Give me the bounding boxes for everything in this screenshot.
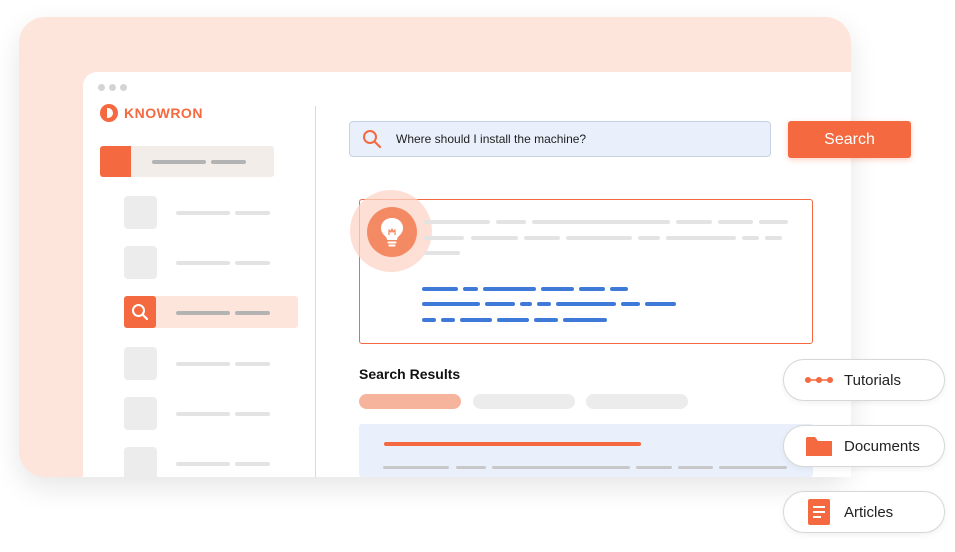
- search-icon: [124, 296, 156, 328]
- link-line: [645, 302, 676, 306]
- placeholder-line: [742, 236, 759, 240]
- link-line: [422, 287, 458, 291]
- placeholder-line: [471, 236, 518, 240]
- chip-label: Articles: [844, 503, 894, 521]
- placeholder-line: [176, 462, 230, 466]
- placeholder-line: [176, 362, 230, 366]
- link-line: [497, 318, 529, 322]
- search-icon: [362, 129, 382, 149]
- link-line: [463, 287, 478, 291]
- search-button[interactable]: Search: [788, 121, 911, 158]
- link-line: [556, 302, 616, 306]
- link-line: [441, 318, 455, 322]
- link-line: [610, 287, 628, 291]
- link-line: [520, 302, 532, 306]
- placeholder-line: [636, 466, 672, 469]
- placeholder-line: [759, 220, 788, 224]
- placeholder-line: [176, 311, 230, 315]
- sidebar-item-icon[interactable]: [124, 246, 157, 279]
- lightbulb-icon: [367, 207, 417, 257]
- placeholder-line: [152, 160, 206, 164]
- window-dot: [98, 84, 105, 91]
- placeholder-line: [235, 362, 270, 366]
- window-dot: [109, 84, 116, 91]
- placeholder-line: [235, 462, 270, 466]
- placeholder-line: [678, 466, 713, 469]
- placeholder-line: [718, 220, 753, 224]
- link-line: [563, 318, 607, 322]
- link-line: [541, 287, 574, 291]
- results-heading: Search Results: [359, 366, 461, 382]
- link-line: [579, 287, 605, 291]
- placeholder-line: [456, 466, 486, 469]
- placeholder-line: [638, 236, 660, 240]
- result-title-line: [384, 442, 641, 446]
- window-dot: [120, 84, 127, 91]
- sidebar-item-icon[interactable]: [124, 397, 157, 430]
- placeholder-line: [235, 211, 270, 215]
- chip-articles[interactable]: Articles: [783, 491, 945, 533]
- document-icon: [802, 498, 836, 526]
- link-line: [485, 302, 515, 306]
- link-line: [422, 318, 436, 322]
- placeholder-line: [176, 211, 230, 215]
- link-line: [422, 302, 480, 306]
- placeholder-line: [211, 160, 246, 164]
- placeholder-line: [235, 261, 270, 265]
- filter-pill-active[interactable]: [359, 394, 461, 409]
- link-line: [483, 287, 536, 291]
- placeholder-line: [765, 236, 782, 240]
- sidebar-item-icon[interactable]: [124, 347, 157, 380]
- window-controls: [98, 84, 127, 91]
- placeholder-line: [524, 236, 560, 240]
- folder-icon: [802, 435, 836, 457]
- filter-pill[interactable]: [473, 394, 575, 409]
- filter-pill[interactable]: [586, 394, 688, 409]
- placeholder-line: [424, 251, 460, 255]
- route-icon: [802, 375, 836, 385]
- placeholder-line: [532, 220, 670, 224]
- brand-name: KNOWRON: [124, 105, 203, 121]
- link-line: [621, 302, 640, 306]
- placeholder-line: [424, 236, 464, 240]
- chip-label: Tutorials: [844, 371, 901, 389]
- chip-label: Documents: [844, 437, 920, 455]
- active-indicator: [100, 146, 131, 177]
- placeholder-line: [666, 236, 736, 240]
- placeholder-line: [676, 220, 712, 224]
- placeholder-line: [496, 220, 526, 224]
- sidebar-item-icon[interactable]: [124, 196, 157, 229]
- link-line: [460, 318, 492, 322]
- chip-tutorials[interactable]: Tutorials: [783, 359, 945, 401]
- placeholder-line: [424, 220, 490, 224]
- placeholder-line: [235, 311, 270, 315]
- placeholder-line: [566, 236, 632, 240]
- sidebar-item-icon[interactable]: [124, 447, 157, 477]
- result-card[interactable]: [359, 424, 813, 477]
- chip-documents[interactable]: Documents: [783, 425, 945, 467]
- placeholder-line: [176, 412, 230, 416]
- placeholder-line: [492, 466, 630, 469]
- placeholder-line: [235, 412, 270, 416]
- search-input[interactable]: Where should I install the machine?: [349, 121, 771, 157]
- placeholder-line: [176, 261, 230, 265]
- logo-icon: [100, 104, 118, 122]
- placeholder-line: [719, 466, 787, 469]
- sidebar-divider: [315, 106, 316, 477]
- placeholder-line: [383, 466, 449, 469]
- brand-logo: KNOWRON: [100, 104, 203, 122]
- search-query: Where should I install the machine?: [396, 132, 587, 146]
- link-line: [534, 318, 558, 322]
- link-line: [537, 302, 551, 306]
